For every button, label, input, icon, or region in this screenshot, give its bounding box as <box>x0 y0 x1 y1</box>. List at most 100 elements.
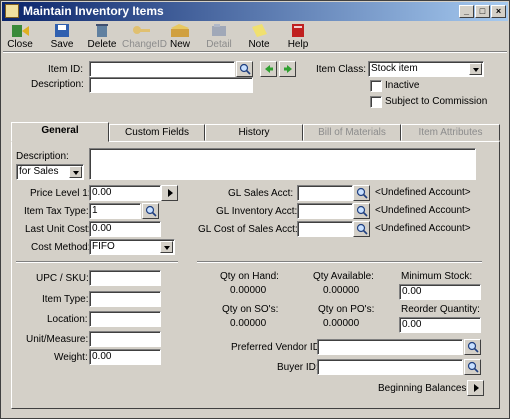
price-level-button[interactable] <box>161 185 178 201</box>
qty-available-value: 0.00000 <box>323 285 360 296</box>
gl-sales-label: GL Sales Acct: <box>228 188 294 199</box>
close-button[interactable]: Close <box>6 23 34 51</box>
tab-history[interactable]: History <box>205 124 303 141</box>
help-book-icon <box>292 24 304 37</box>
qty-on-so-value: 0.00000 <box>230 318 267 329</box>
item-type-label: Item Type: <box>42 294 89 305</box>
sales-description-textarea[interactable] <box>89 148 476 180</box>
item-class-select[interactable]: Stock item <box>368 61 484 77</box>
weight-label: Weight: <box>54 352 88 363</box>
min-stock-input[interactable]: 0.00 <box>399 284 481 300</box>
gl-sales-input[interactable] <box>297 185 353 201</box>
gl-cogs-input[interactable] <box>297 221 353 237</box>
last-cost-input[interactable]: 0.00 <box>89 221 161 237</box>
gl-inventory-input[interactable] <box>297 203 353 219</box>
section-divider-left <box>16 261 178 263</box>
close-window-button[interactable]: × <box>491 5 506 18</box>
upc-input[interactable] <box>89 270 161 286</box>
note-button[interactable]: Note <box>245 23 273 51</box>
save-icon <box>55 24 69 37</box>
new-folder-icon <box>171 24 189 37</box>
unit-measure-label: Unit/Measure: <box>26 334 89 345</box>
tab-general[interactable]: General <box>11 122 109 142</box>
change-id-button[interactable]: ChangeID <box>122 23 167 51</box>
next-item-button[interactable] <box>279 61 296 77</box>
qty-on-so-label: Qty on SO's: <box>222 304 279 315</box>
cost-method-label: Cost Method: <box>31 242 91 253</box>
price-level-input[interactable]: 0.00 <box>89 185 161 201</box>
location-input[interactable] <box>89 311 161 327</box>
detail-button[interactable]: Detail <box>205 23 233 51</box>
tax-type-label: Item Tax Type: <box>24 206 89 217</box>
chevron-down-icon[interactable] <box>469 63 482 75</box>
minimize-button[interactable]: _ <box>459 5 474 18</box>
gl-sales-lookup-button[interactable] <box>353 185 370 201</box>
gl-inventory-status: <Undefined Account> <box>375 205 471 216</box>
item-id-lookup-button[interactable] <box>236 61 253 77</box>
save-button[interactable]: Save <box>48 23 76 51</box>
gl-cogs-label: GL Cost of Sales Acct: <box>198 224 298 235</box>
chevron-down-icon[interactable] <box>69 166 82 178</box>
buyer-lookup-button[interactable] <box>464 359 481 375</box>
commission-label: Subject to Commission <box>385 96 488 107</box>
description-label: Description: <box>31 79 84 90</box>
magnifier-icon <box>356 205 368 217</box>
item-id-input[interactable] <box>89 61 235 77</box>
commission-checkbox[interactable] <box>370 96 382 108</box>
cost-method-value: FIFO <box>92 241 115 252</box>
description-input[interactable] <box>89 77 253 93</box>
tax-type-input[interactable]: 1 <box>89 203 141 219</box>
upc-label: UPC / SKU: <box>36 273 89 284</box>
title-bar: Maintain Inventory Items _ □ × <box>2 2 508 21</box>
item-class-label: Item Class: <box>316 64 367 75</box>
gl-inventory-label: GL Inventory Acct: <box>216 206 298 217</box>
reorder-label: Reorder Quantity: <box>401 304 480 315</box>
location-label: Location: <box>47 314 88 325</box>
arrow-right-icon <box>284 65 292 73</box>
tab-bill-of-materials[interactable]: Bill of Materials <box>303 124 401 141</box>
gl-cogs-status: <Undefined Account> <box>375 223 471 234</box>
close-door-icon <box>12 25 29 37</box>
price-level-label: Price Level 1: <box>30 188 91 199</box>
toolbar-separator <box>3 51 507 53</box>
qty-on-hand-value: 0.00000 <box>230 285 267 296</box>
tab-custom-fields[interactable]: Custom Fields <box>109 124 205 141</box>
pref-vendor-lookup-button[interactable] <box>464 339 481 355</box>
magnifier-icon <box>356 187 368 199</box>
buyer-label: Buyer ID: <box>277 362 319 373</box>
beginning-balances-button[interactable] <box>467 380 484 396</box>
tab-item-attributes[interactable]: Item Attributes <box>401 124 500 141</box>
pref-vendor-label: Preferred Vendor ID: <box>231 342 323 353</box>
help-button[interactable]: Help <box>284 23 312 51</box>
chevron-down-icon[interactable] <box>160 241 173 253</box>
arrow-left-icon <box>265 65 273 73</box>
description-for-value: for Sales <box>19 166 59 177</box>
description-for-select[interactable]: for Sales <box>16 164 84 180</box>
qty-available-label: Qty Available: <box>313 271 374 282</box>
qty-on-po-label: Qty on PO's: <box>318 304 375 315</box>
item-type-input[interactable] <box>89 291 161 307</box>
magnifier-icon <box>239 63 251 75</box>
delete-button[interactable]: Delete <box>86 23 118 51</box>
inactive-checkbox[interactable] <box>370 80 382 92</box>
gl-inventory-lookup-button[interactable] <box>353 203 370 219</box>
tax-type-lookup-button[interactable] <box>142 203 159 219</box>
item-class-value: Stock item <box>371 63 418 74</box>
qty-on-hand-label: Qty on Hand: <box>220 271 279 282</box>
section-divider-right <box>197 261 482 263</box>
detail-icon <box>212 24 226 36</box>
reorder-input[interactable]: 0.00 <box>399 317 481 333</box>
cost-method-select[interactable]: FIFO <box>89 239 175 255</box>
unit-measure-input[interactable] <box>89 331 161 347</box>
buyer-input[interactable] <box>317 359 463 375</box>
gl-cogs-lookup-button[interactable] <box>353 221 370 237</box>
triangle-right-icon <box>474 384 479 392</box>
maximize-button[interactable]: □ <box>475 5 490 18</box>
beginning-balances-label: Beginning Balances: <box>378 383 470 394</box>
previous-item-button[interactable] <box>260 61 277 77</box>
new-button[interactable]: New <box>166 23 194 51</box>
magnifier-icon <box>145 205 157 217</box>
item-id-label: Item ID: <box>48 64 84 75</box>
pref-vendor-input[interactable] <box>317 339 463 355</box>
weight-input[interactable]: 0.00 <box>89 349 161 365</box>
